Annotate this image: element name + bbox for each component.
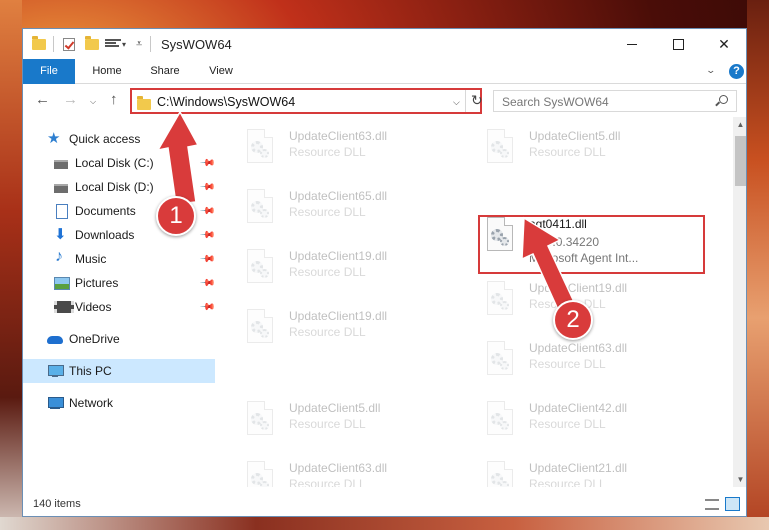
step-badge-1: 1 (156, 196, 196, 236)
step-badge-2: 2 (553, 300, 593, 340)
arrow-1-shape (156, 110, 200, 205)
annotation-arrows (156, 110, 577, 316)
